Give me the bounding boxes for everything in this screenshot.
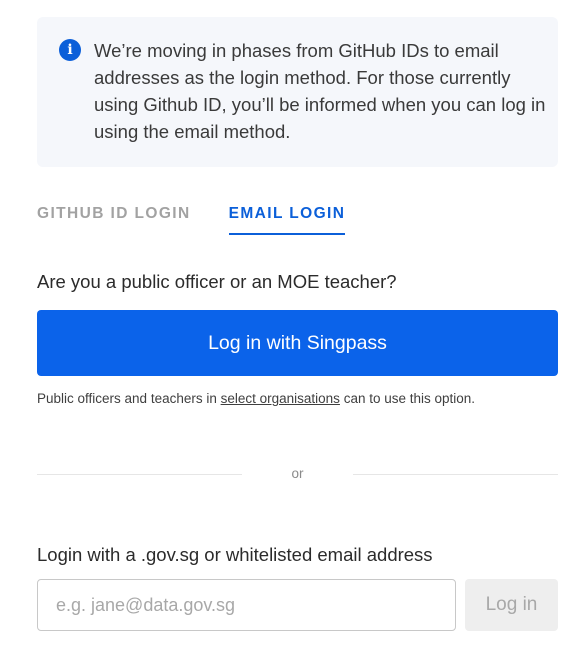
singpass-helper-text: Public officers and teachers in select o… bbox=[37, 391, 475, 406]
singpass-login-button[interactable]: Log in with Singpass bbox=[37, 310, 558, 376]
email-input[interactable] bbox=[37, 579, 456, 631]
tab-email-login[interactable]: EMAIL LOGIN bbox=[228, 205, 346, 235]
select-organisations-link[interactable]: select organisations bbox=[221, 391, 340, 406]
singpass-question: Are you a public officer or an MOE teach… bbox=[37, 271, 397, 292]
email-login-label: Login with a .gov.sg or whitelisted emai… bbox=[37, 544, 433, 565]
notice-text: We’re moving in phases from GitHub IDs t… bbox=[94, 40, 546, 142]
helper-suffix: can to use this option. bbox=[339, 391, 476, 406]
tab-github-id-login[interactable]: GITHUB ID LOGIN bbox=[37, 205, 191, 235]
or-divider: or bbox=[37, 465, 558, 485]
divider-line-right bbox=[353, 474, 558, 475]
email-login-button[interactable]: Log in bbox=[465, 579, 558, 631]
login-tabs: GITHUB ID LOGIN EMAIL LOGIN bbox=[37, 205, 346, 235]
info-icon: i bbox=[59, 39, 81, 61]
info-notice: i We’re moving in phases from GitHub IDs… bbox=[37, 17, 558, 167]
helper-prefix: Public officers and teachers in bbox=[37, 391, 221, 406]
